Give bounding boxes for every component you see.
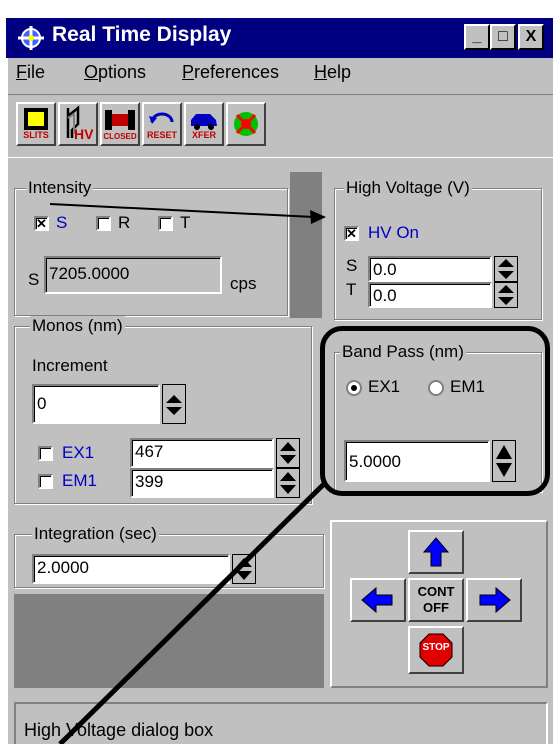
callout-arrow-line	[49, 203, 315, 218]
callout-lines	[49, 203, 328, 744]
callout-arrowhead-icon	[310, 210, 326, 224]
callout-pointer-line	[58, 480, 328, 744]
